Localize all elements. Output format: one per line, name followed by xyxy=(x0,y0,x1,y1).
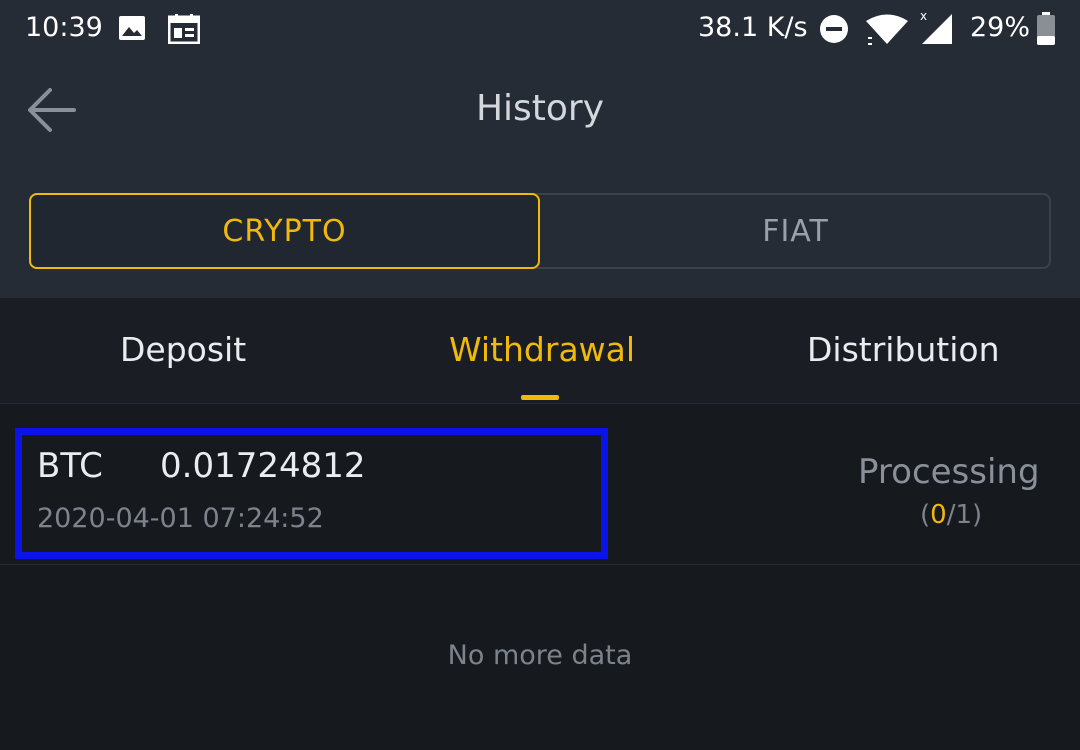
record-coin: BTC xyxy=(37,446,103,486)
tab-withdrawal[interactable]: Withdrawal xyxy=(449,330,635,369)
signal-icon: x xyxy=(918,8,954,50)
status-bar: 10:39 38.1 K/s x 29% xyxy=(0,0,1080,60)
record-amount: 0.01724812 xyxy=(160,446,366,486)
record-datetime: 2020-04-01 07:24:52 xyxy=(37,503,324,534)
calendar-icon xyxy=(167,14,201,48)
battery-icon xyxy=(1036,12,1056,50)
page-title: History xyxy=(475,88,605,129)
confirm-rest: /1) xyxy=(946,500,983,530)
record-confirmations: (0/1) xyxy=(920,500,982,530)
battery-percent: 29% xyxy=(970,12,1031,43)
tab-deposit[interactable]: Deposit xyxy=(120,330,246,369)
segment-crypto[interactable]: CRYPTO xyxy=(29,193,540,269)
record-status: Processing xyxy=(858,452,1040,492)
status-time: 10:39 xyxy=(25,12,103,43)
svg-text:x: x xyxy=(920,9,927,23)
confirm-done: 0 xyxy=(930,500,947,530)
image-icon xyxy=(118,14,146,46)
confirm-open: ( xyxy=(920,500,931,530)
network-speed: 38.1 K/s xyxy=(698,12,808,43)
dnd-icon xyxy=(819,14,849,48)
no-more-data-text: No more data xyxy=(447,640,633,671)
tab-distribution[interactable]: Distribution xyxy=(807,330,1000,369)
wifi-icon xyxy=(864,14,910,50)
segment-fiat[interactable]: FIAT xyxy=(540,193,1051,269)
active-tab-indicator xyxy=(521,395,559,400)
